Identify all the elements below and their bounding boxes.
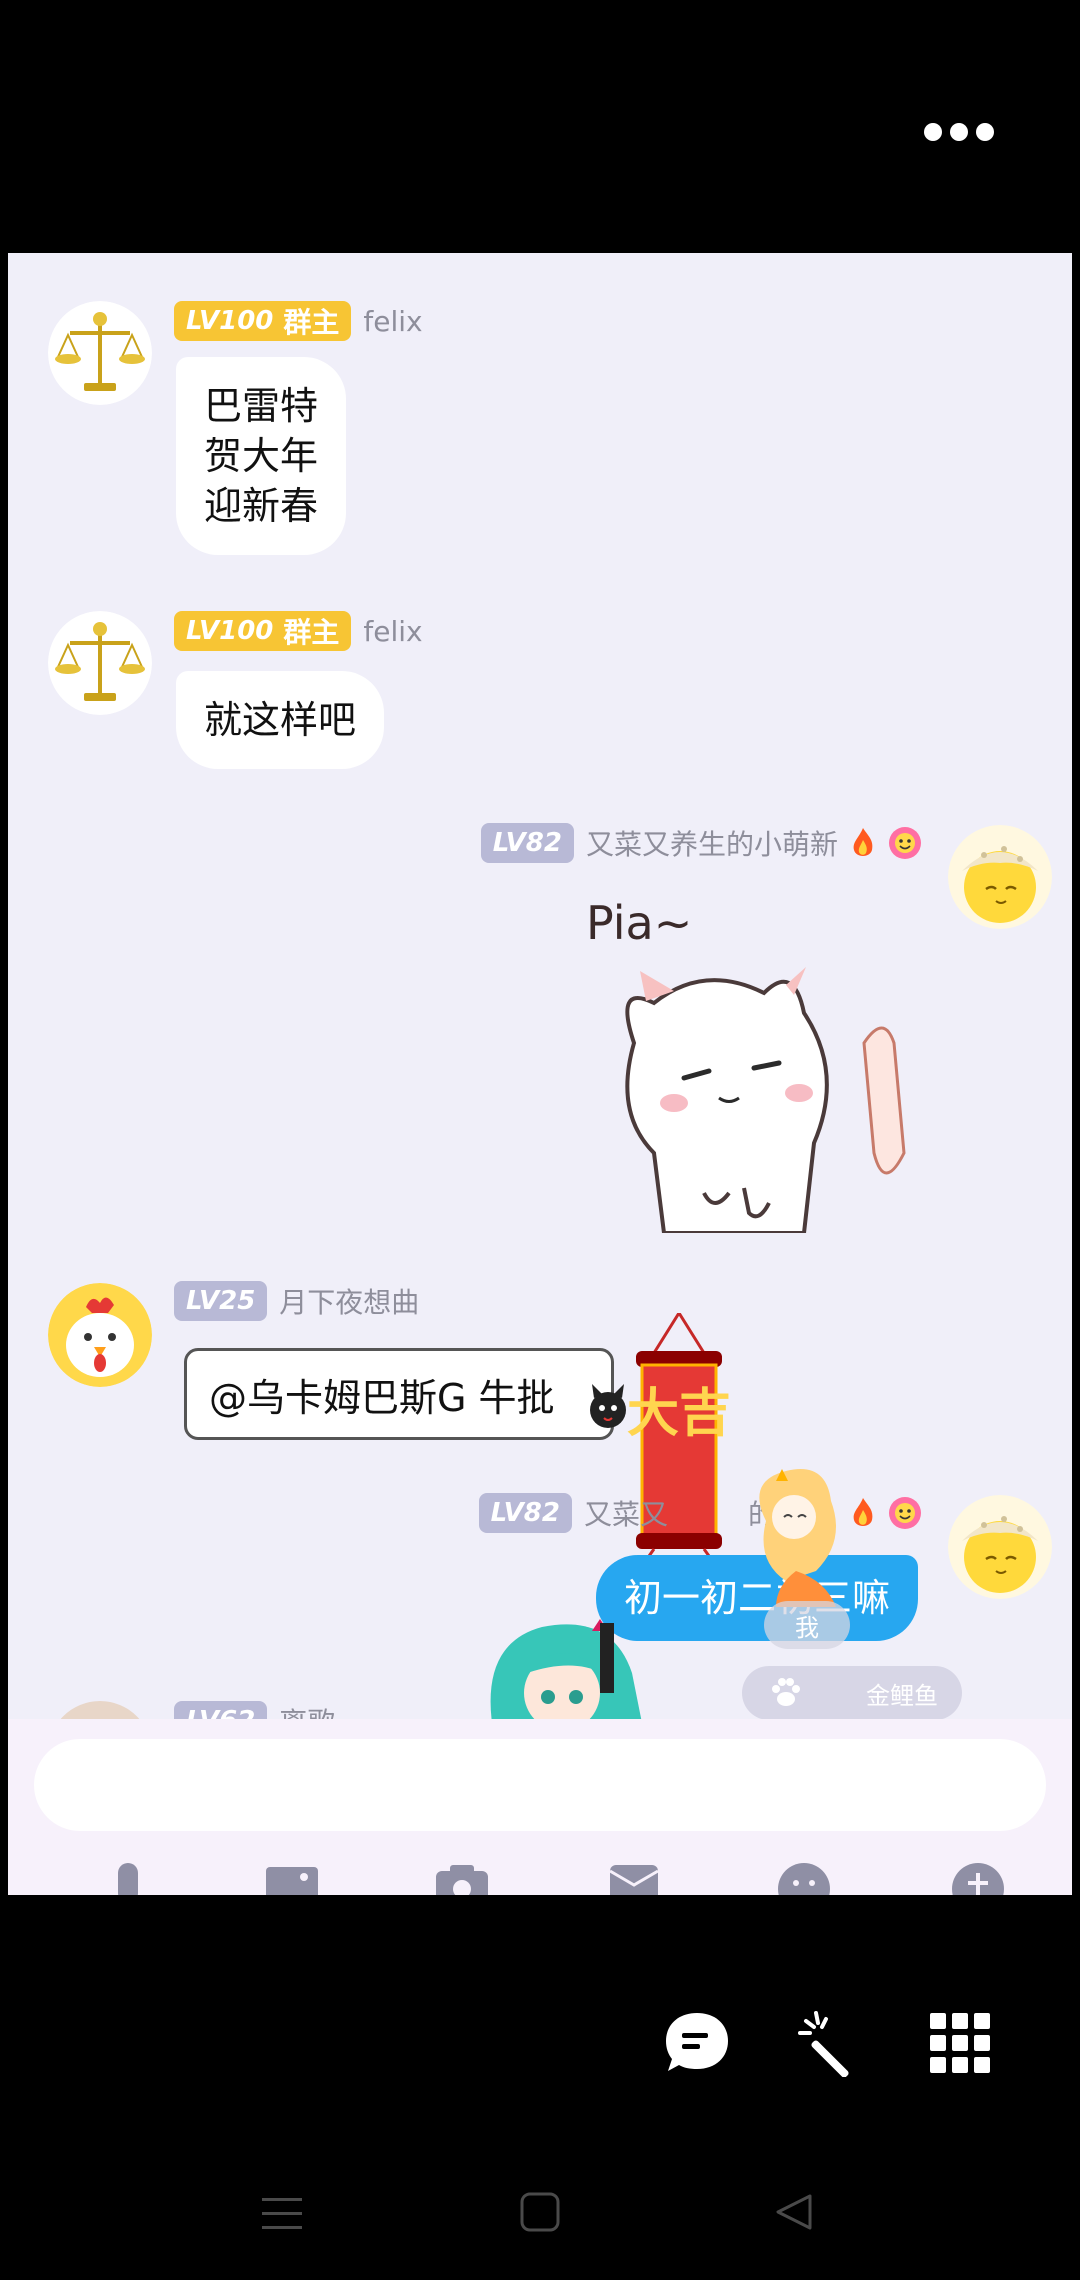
sender-nickname[interactable]: felix xyxy=(363,305,422,338)
emoji-icon[interactable] xyxy=(774,1859,834,1895)
level-text: LV100 xyxy=(186,306,274,336)
fire-icon xyxy=(853,828,873,856)
magic-wand-icon[interactable] xyxy=(796,2009,864,2077)
level-text: LV25 xyxy=(186,1286,256,1316)
message-bubble[interactable]: 巴雷特 贺大年 迎新春 xyxy=(176,357,347,555)
sticker-text: 大吉 xyxy=(627,1383,731,1444)
flower-face-icon xyxy=(889,1497,921,1529)
partial-avatar[interactable] xyxy=(48,1701,152,1719)
yellow-hat-avatar[interactable] xyxy=(948,825,1052,929)
self-tag: 我 xyxy=(764,1601,850,1649)
message-input[interactable] xyxy=(34,1739,1046,1831)
sender-meta: LV25 月下夜想曲 xyxy=(174,1279,419,1323)
paw-icon xyxy=(772,1678,800,1706)
camera-icon[interactable] xyxy=(432,1859,492,1895)
system-nav-bar xyxy=(0,2180,1080,2260)
pet-bar[interactable]: 金鲤鱼 xyxy=(742,1666,962,1719)
level-badge: LV25 xyxy=(174,1281,268,1321)
sender-nickname[interactable]: 离歌 xyxy=(279,1701,335,1719)
menu-icon[interactable] xyxy=(262,2196,302,2232)
sender-meta: LV100 群主 felix xyxy=(174,299,423,343)
mic-icon[interactable] xyxy=(98,1859,158,1895)
chat-panel: LV100 群主 felix 巴雷特 贺大年 迎新春 LV100 群主 feli… xyxy=(8,253,1072,1895)
chicken-avatar[interactable] xyxy=(48,1283,152,1387)
red-packet-icon[interactable] xyxy=(604,1859,664,1895)
self-tag-text: 我 xyxy=(795,1613,819,1642)
level-badge: LV100 群主 xyxy=(174,301,352,341)
message-line: 迎新春 xyxy=(204,484,319,528)
message-text: @乌卡姆巴斯G 牛批 xyxy=(209,1375,555,1420)
message-line: 贺大年 xyxy=(204,434,319,478)
home-icon[interactable] xyxy=(520,2192,560,2232)
top-bar xyxy=(0,0,1080,253)
level-badge: LV62 xyxy=(174,1701,268,1719)
sticker-text: Pia~ xyxy=(586,896,692,950)
level-text: LV82 xyxy=(490,1498,560,1528)
message-bubble[interactable]: 就这样吧 xyxy=(176,671,385,769)
level-text: LV100 xyxy=(186,616,274,646)
sender-meta: LV82 又菜又养生的小萌新 xyxy=(480,821,922,865)
sender-nickname[interactable]: 又菜又养生的小萌新 xyxy=(586,823,838,863)
message-bubble-scroll[interactable]: @乌卡姆巴斯G 牛批 xyxy=(184,1348,614,1440)
sender-nickname[interactable]: 月下夜想曲 xyxy=(279,1281,419,1321)
pet-name: 金鲤鱼 xyxy=(866,1681,938,1710)
miku-peek-sticker xyxy=(490,1619,642,1719)
level-text: LV62 xyxy=(186,1706,255,1719)
yellow-hat-avatar[interactable] xyxy=(948,1495,1052,1599)
sender-meta: LV100 群主 felix xyxy=(174,609,423,653)
grid-icon[interactable] xyxy=(930,2013,990,2073)
level-badge: LV82 xyxy=(478,1493,572,1533)
role-text: 群主 xyxy=(283,306,340,339)
sender-meta: LV62 离歌 xyxy=(174,1699,335,1719)
chat-bubble-icon[interactable] xyxy=(664,2011,730,2073)
cat-sticker[interactable]: Pia~ xyxy=(574,893,914,1233)
flower-face-icon xyxy=(889,827,921,859)
scales-avatar[interactable] xyxy=(48,301,152,405)
back-icon[interactable] xyxy=(774,2192,814,2232)
message-text: 就这样吧 xyxy=(204,698,357,742)
more-dots-icon[interactable] xyxy=(924,118,994,146)
koi-girl-sticker xyxy=(759,1469,836,1607)
input-area xyxy=(8,1719,1072,1895)
level-badge: LV100 群主 xyxy=(174,611,352,651)
sender-nickname[interactable]: 又菜又 xyxy=(584,1493,668,1533)
role-text: 群主 xyxy=(283,616,340,649)
bottom-toolbar xyxy=(0,1995,1080,2095)
level-text: LV82 xyxy=(492,828,562,858)
message-line: 巴雷特 xyxy=(204,384,319,428)
message-list[interactable]: LV100 群主 felix 巴雷特 贺大年 迎新春 LV100 群主 feli… xyxy=(8,253,1072,1719)
scales-avatar[interactable] xyxy=(48,611,152,715)
image-icon[interactable] xyxy=(262,1859,322,1895)
sender-nickname[interactable]: felix xyxy=(363,615,422,648)
plus-icon[interactable] xyxy=(948,1859,1008,1895)
level-badge: LV82 xyxy=(480,823,574,863)
